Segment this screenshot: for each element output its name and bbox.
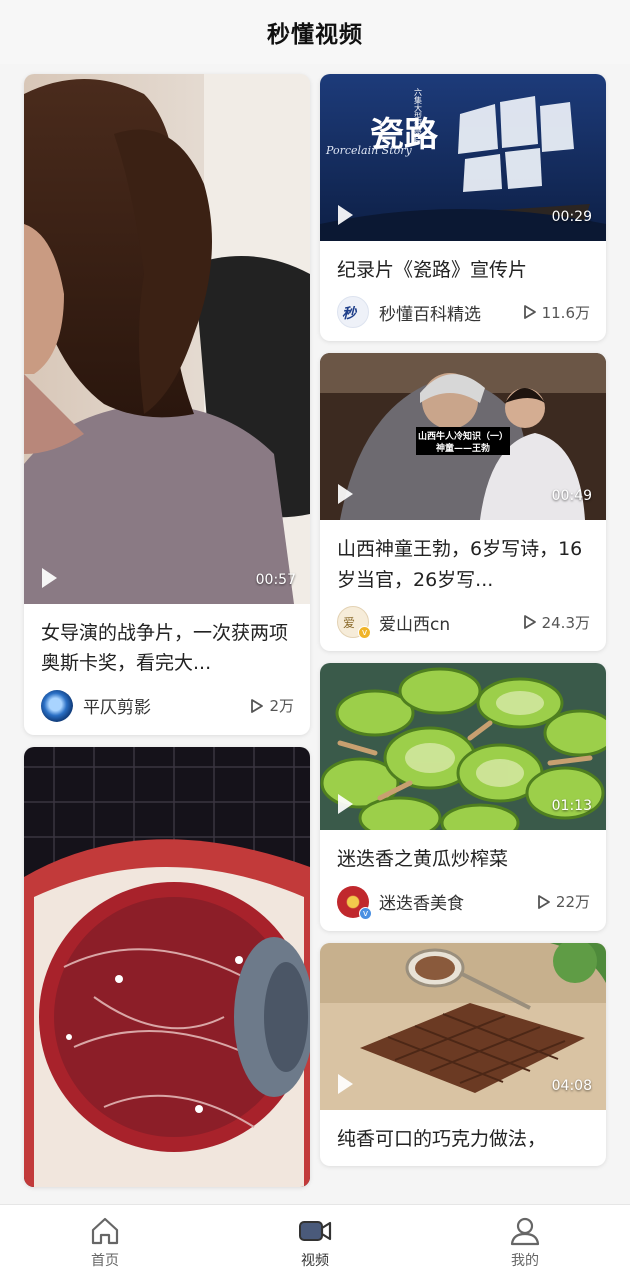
video-duration: 01:13: [551, 798, 592, 815]
video-card[interactable]: 01:13 迷迭香之黄瓜炒榨菜 v 迷迭香美食 22万: [320, 663, 606, 931]
video-title[interactable]: 女导演的战争片，一次获两项奥斯卡奖，看完大...: [41, 618, 294, 679]
video-card[interactable]: 瓷路 六集大型纪录片 Porcelain Story 00:29 纪录片《瓷路》…: [320, 74, 606, 342]
video-duration: 00:29: [551, 209, 592, 225]
avatar[interactable]: 秒: [337, 296, 369, 329]
card-meta: 爱 v 爱山西cn 24.3万: [337, 605, 590, 640]
video-thumbnail[interactable]: 00:57: [24, 74, 310, 604]
play-count-icon: [251, 698, 264, 713]
thumbnail-script-text: Porcelain Story: [325, 144, 413, 157]
tab-label: 我的: [511, 1252, 539, 1269]
author-name[interactable]: 秒懂百科精选: [379, 300, 523, 325]
view-count: 22万: [537, 891, 590, 912]
card-meta: 秒 秒懂百科精选 11.6万: [337, 295, 590, 329]
author-name[interactable]: 迷迭香美食: [379, 889, 537, 914]
bottom-tab-bar: 首页 视频 我的: [0, 1204, 630, 1280]
video-duration: 00:57: [255, 572, 296, 588]
play-count-icon: [523, 615, 536, 630]
app-header: 秒懂视频: [0, 0, 630, 64]
view-count-value: 11.6万: [541, 303, 590, 322]
verified-badge-icon: v: [359, 906, 372, 920]
video-duration: 04:08: [551, 1077, 592, 1094]
tab-label: 视频: [301, 1252, 329, 1269]
tab-home[interactable]: 首页: [0, 1205, 210, 1280]
video-title[interactable]: 迷迭香之黄瓜炒榨菜: [337, 844, 590, 874]
tab-video[interactable]: 视频: [210, 1205, 420, 1280]
tab-profile[interactable]: 我的: [420, 1205, 630, 1280]
video-icon: [299, 1220, 332, 1241]
video-title[interactable]: 山西神童王勃，6岁写诗，16岁当官，26岁写...: [337, 534, 590, 595]
video-thumbnail[interactable]: 瓷路 六集大型纪录片 Porcelain Story 00:29: [320, 74, 606, 241]
video-title[interactable]: 纪录片《瓷路》宣传片: [337, 255, 590, 285]
avatar-logo-icon: 爱: [343, 616, 356, 631]
video-thumbnail[interactable]: 01:13: [320, 663, 606, 831]
card-body: 纪录片《瓷路》宣传片 秒 秒懂百科精选 11.6万: [320, 241, 606, 341]
verified-badge-icon: v: [358, 626, 371, 640]
video-duration: 00:49: [551, 488, 592, 505]
thumbnail-subtitle-text: 六集大型纪录片: [414, 87, 423, 145]
video-thumbnail[interactable]: [24, 746, 310, 1187]
view-count: 24.3万: [523, 612, 590, 633]
video-card[interactable]: 山西牛人冷知识（一） 神童——王勃 00:49 山西神童王勃，6岁写诗，16岁当…: [320, 353, 606, 652]
thumbnail-caption-line2: 神童——王勃: [436, 442, 490, 454]
avatar[interactable]: 爱 v: [337, 606, 371, 640]
card-body: 迷迭香之黄瓜炒榨菜 v 迷迭香美食 22万: [320, 830, 606, 930]
play-count-icon: [538, 894, 550, 909]
play-icon: [338, 1073, 353, 1094]
card-body: 女导演的战争片，一次获两项奥斯卡奖，看完大... 平仄剪影 2万: [24, 604, 310, 735]
tab-label: 首页: [91, 1252, 119, 1269]
video-card[interactable]: 00:57 女导演的战争片，一次获两项奥斯卡奖，看完大... 平仄剪影 2万: [24, 74, 310, 735]
play-count-icon: [523, 305, 536, 320]
play-icon: [338, 484, 353, 505]
card-meta: v 迷迭香美食 22万: [337, 885, 590, 920]
video-thumbnail[interactable]: 04:08: [320, 942, 606, 1110]
card-body: 纯香可口的巧克力做法，: [320, 1110, 606, 1166]
video-thumbnail[interactable]: 山西牛人冷知识（一） 神童——王勃 00:49: [320, 353, 606, 521]
play-icon: [338, 794, 353, 815]
view-count-value: 2万: [269, 697, 294, 716]
author-name[interactable]: 平仄剪影: [83, 693, 250, 718]
user-icon: [510, 1217, 540, 1245]
video-card[interactable]: 04:08 纯香可口的巧克力做法，: [320, 942, 606, 1166]
page-title: 秒懂视频: [267, 22, 363, 48]
video-feed[interactable]: 00:57 女导演的战争片，一次获两项奥斯卡奖，看完大... 平仄剪影 2万 瓷…: [0, 64, 630, 1204]
avatar[interactable]: v: [337, 885, 372, 920]
view-count: 11.6万: [523, 302, 590, 323]
card-meta: 平仄剪影 2万: [41, 689, 294, 723]
view-count: 2万: [250, 695, 294, 716]
thumbnail-caption-line1: 山西牛人冷知识（一）: [418, 430, 508, 442]
video-card[interactable]: [24, 746, 310, 1187]
avatar-logo-icon: 秒: [342, 306, 356, 323]
view-count-value: 22万: [555, 893, 590, 912]
avatar[interactable]: [41, 689, 73, 722]
thumbnail-image: [24, 746, 310, 1187]
play-icon: [338, 205, 353, 225]
view-count-value: 24.3万: [541, 613, 590, 632]
home-icon: [91, 1217, 119, 1244]
card-body: 山西神童王勃，6岁写诗，16岁当官，26岁写... 爱 v 爱山西cn 24.3…: [320, 520, 606, 651]
author-name[interactable]: 爱山西cn: [379, 610, 523, 635]
feed-column-right: 瓷路 六集大型纪录片 Porcelain Story 00:29 纪录片《瓷路》…: [320, 74, 606, 1178]
feed-column-left: 00:57 女导演的战争片，一次获两项奥斯卡奖，看完大... 平仄剪影 2万: [24, 74, 310, 1199]
thumbnail-image: [24, 74, 310, 604]
play-icon: [42, 568, 57, 588]
video-title[interactable]: 纯香可口的巧克力做法，: [337, 1124, 590, 1154]
